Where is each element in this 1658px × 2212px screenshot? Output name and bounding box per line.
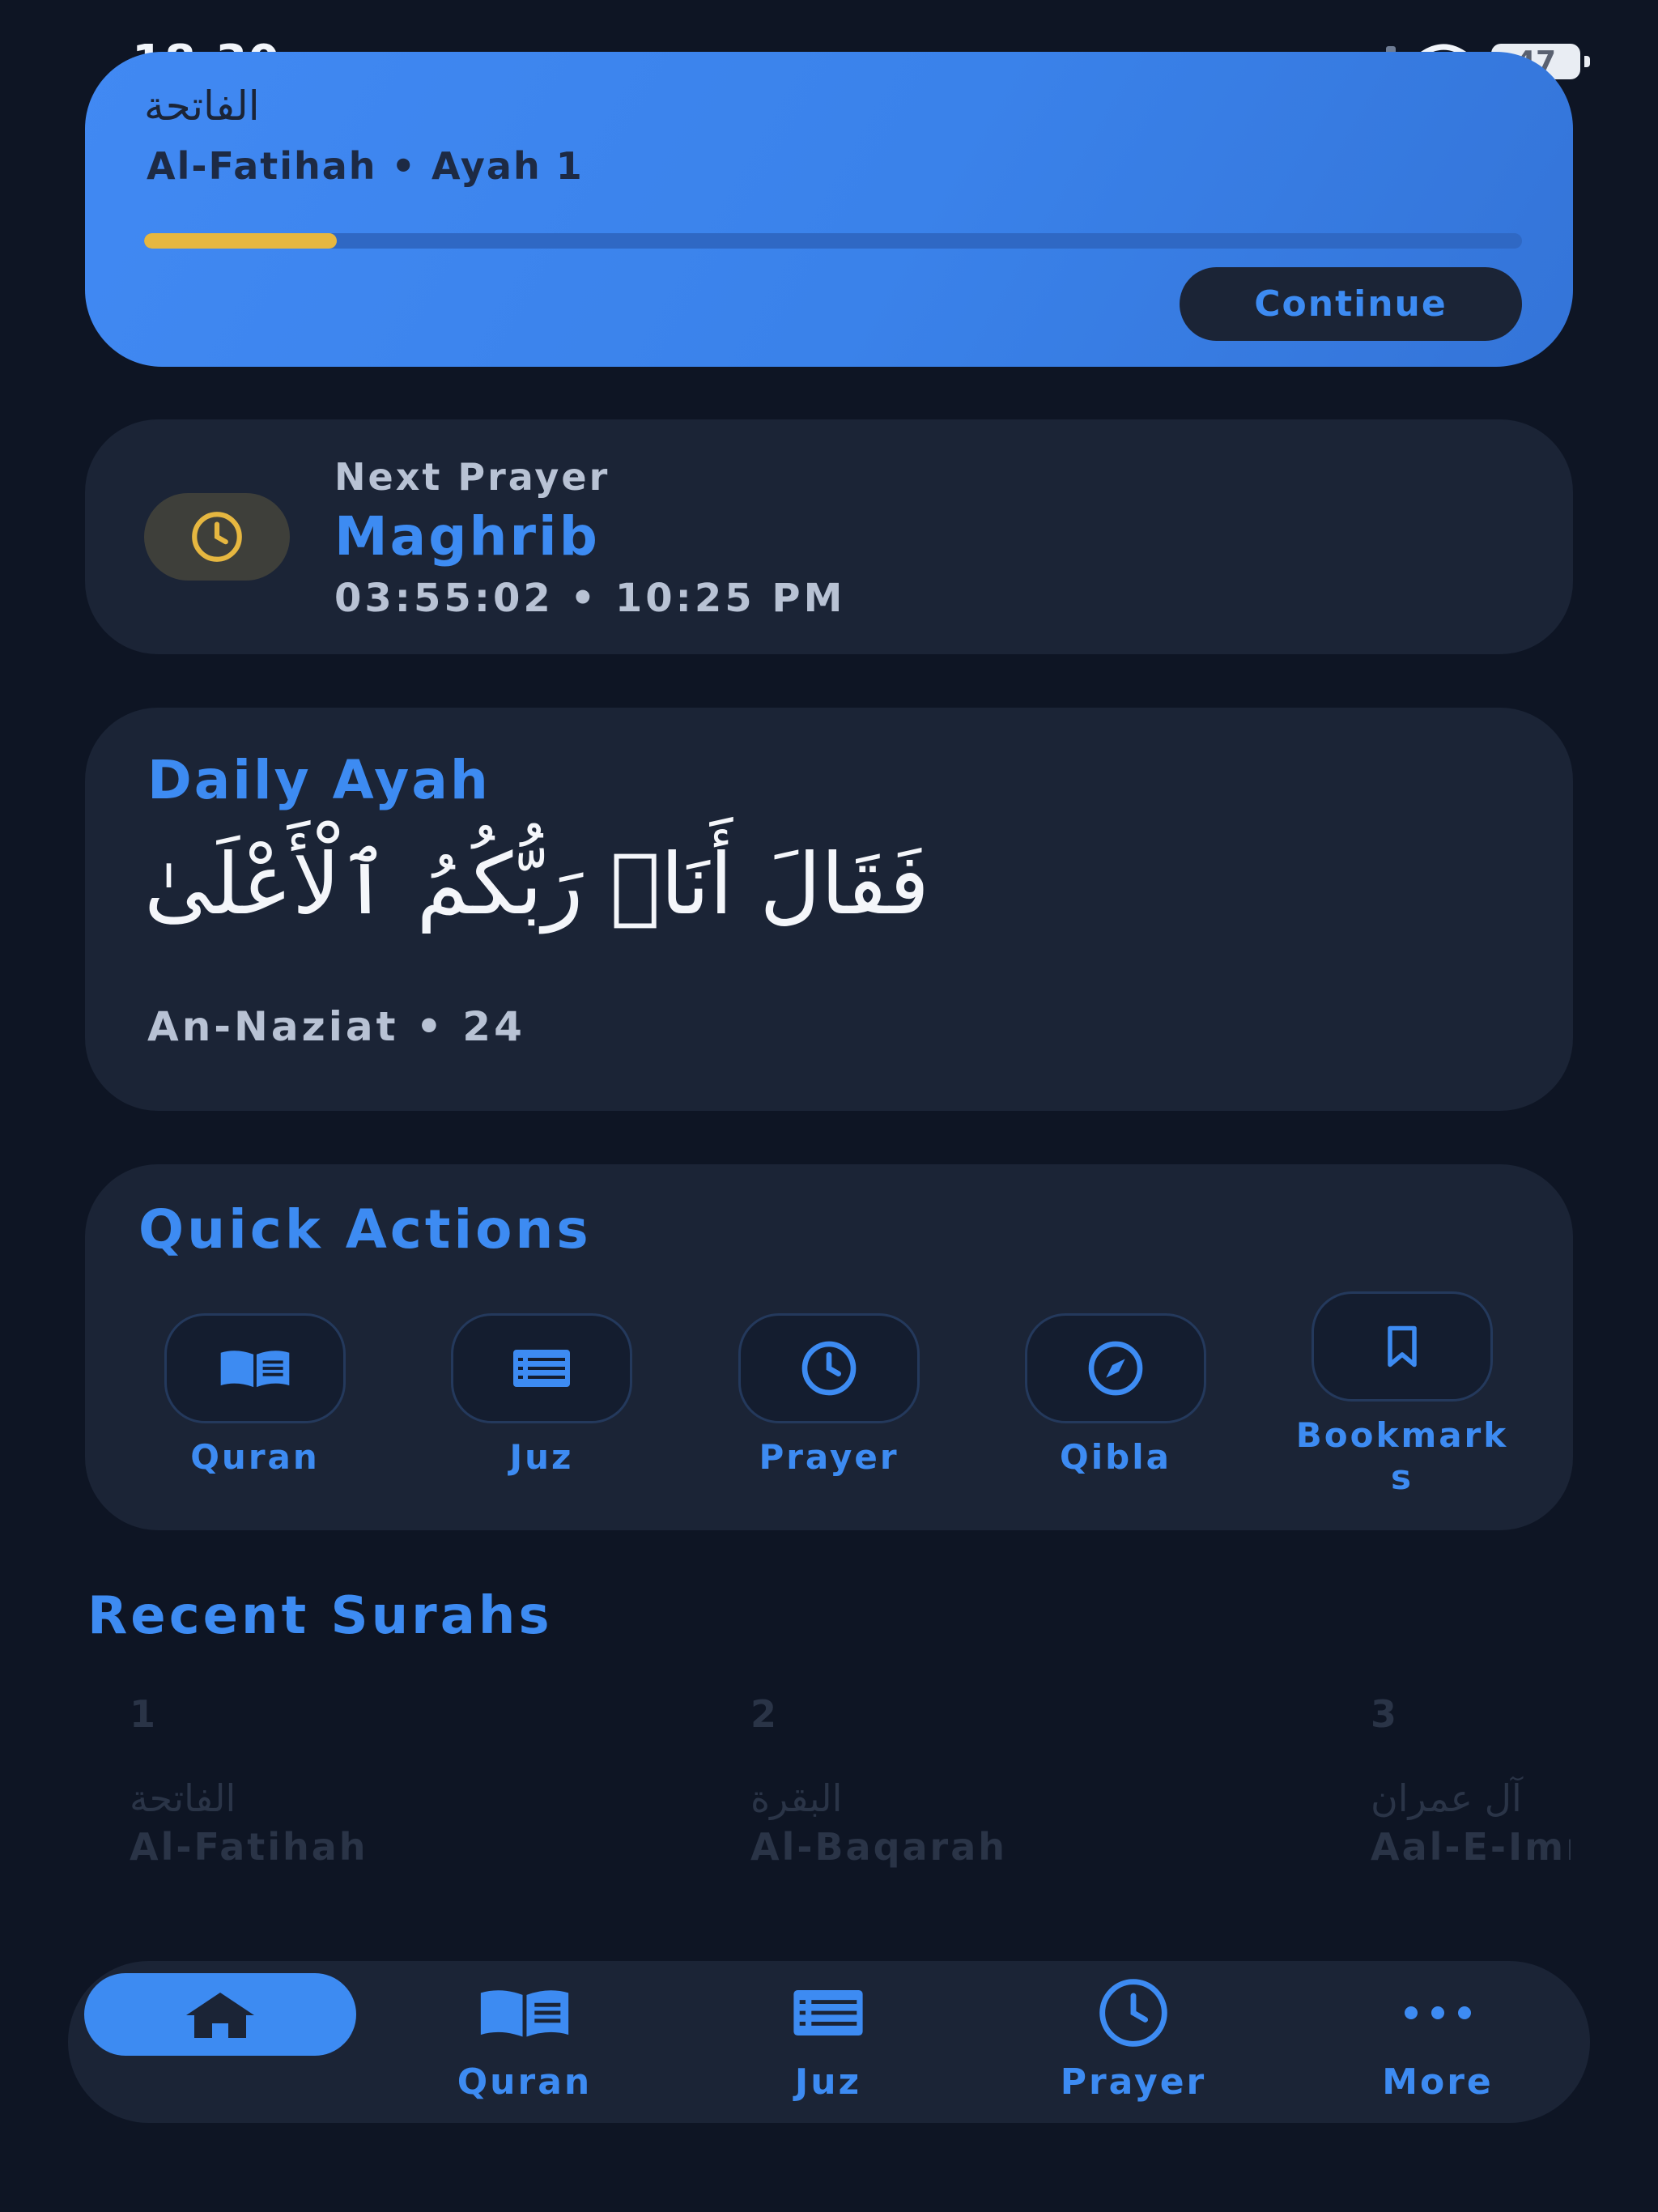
daily-ayah-title: Daily Ayah — [147, 749, 491, 811]
surah-number: 2 — [750, 1692, 777, 1736]
quick-action-icon-box[interactable] — [164, 1313, 346, 1423]
recent-surahs-list[interactable]: 1 الفاتحة Al-Fatihah 2 البقرة Al-Baqarah… — [121, 1692, 1571, 1911]
quick-action-bookmarks[interactable]: Bookmarks — [1273, 1291, 1532, 1499]
next-prayer-name: Maghrib — [334, 505, 600, 568]
quick-action-label: Prayer — [759, 1437, 899, 1477]
tab-label: Juz — [794, 2061, 862, 2103]
recent-surah-item[interactable]: 2 البقرة Al-Baqarah — [750, 1692, 1317, 1869]
tab-prayer[interactable]: Prayer — [1012, 1976, 1255, 2103]
surah-name: Aal-E-Imran — [1371, 1825, 1571, 1869]
clock-icon — [192, 512, 242, 562]
surah-arabic-name: الفاتحة — [130, 1776, 236, 1820]
tab-more[interactable]: More — [1316, 1976, 1559, 2103]
daily-ayah-arabic-text: فَقَالَ أَنَا۠ رَبُّكُمُ ٱلْأَعْلَىٰ — [144, 835, 929, 934]
surah-arabic-name: البقرة — [750, 1776, 843, 1820]
tab-home[interactable] — [84, 1973, 356, 2056]
tab-quran[interactable]: Quran — [403, 1976, 646, 2103]
quick-action-qibla[interactable]: Qibla — [986, 1313, 1245, 1478]
tab-label: Quran — [457, 2061, 593, 2103]
continue-subtitle: Al-Fatihah • Ayah 1 — [147, 144, 584, 188]
book-open-icon — [220, 1351, 290, 1388]
list-icon — [793, 1990, 863, 2035]
quick-actions-title: Quick Actions — [138, 1198, 592, 1261]
reading-progress-bar — [144, 233, 1522, 249]
surah-name: Al-Fatihah — [130, 1825, 368, 1869]
quick-action-icon-box[interactable] — [1312, 1291, 1493, 1402]
prayer-clock-badge — [144, 493, 290, 581]
reading-progress-fill — [144, 233, 338, 249]
continue-surah-arabic: الفاتحة — [144, 83, 260, 130]
next-prayer-countdown: 03:55:02 • 10:25 PM — [334, 576, 846, 621]
tab-juz[interactable]: Juz — [707, 1976, 950, 2103]
surah-name: Al-Baqarah — [750, 1825, 1008, 1869]
quick-action-juz[interactable]: Juz — [412, 1313, 671, 1478]
clock-icon — [1099, 1979, 1167, 2047]
clock-icon — [801, 1341, 857, 1396]
daily-ayah-reference: An-Naziat • 24 — [147, 1003, 525, 1050]
tab-label: Prayer — [1060, 2061, 1207, 2103]
next-prayer-label: Next Prayer — [334, 455, 610, 499]
recent-surahs-title: Recent Surahs — [87, 1586, 553, 1646]
list-icon — [513, 1350, 570, 1387]
surah-arabic-name: آل عمران — [1371, 1776, 1522, 1820]
recent-surah-item[interactable]: 3 آل عمران Aal-E-Imran — [1371, 1692, 1571, 1869]
quick-action-icon-box[interactable] — [738, 1313, 920, 1423]
tab-label: More — [1382, 2061, 1494, 2103]
surah-number: 1 — [130, 1692, 156, 1736]
compass-icon — [1088, 1341, 1143, 1396]
book-open-icon — [480, 1990, 569, 2037]
bookmark-icon — [1388, 1325, 1417, 1368]
continue-button[interactable]: Continue — [1180, 267, 1522, 341]
quick-action-label: Bookmarks — [1295, 1415, 1509, 1497]
quick-action-label: Qibla — [1060, 1437, 1171, 1477]
surah-number: 3 — [1371, 1692, 1397, 1736]
quick-action-label: Juz — [509, 1437, 574, 1477]
quick-action-prayer[interactable]: Prayer — [699, 1313, 959, 1478]
quick-action-icon-box[interactable] — [1025, 1313, 1206, 1423]
quick-action-icon-box[interactable] — [451, 1313, 632, 1423]
recent-surah-item[interactable]: 1 الفاتحة Al-Fatihah — [130, 1692, 696, 1869]
quick-action-label: Quran — [190, 1437, 320, 1477]
more-dots-icon — [1405, 2006, 1471, 2019]
quick-action-quran[interactable]: Quran — [125, 1313, 385, 1478]
home-icon — [186, 1993, 254, 2038]
